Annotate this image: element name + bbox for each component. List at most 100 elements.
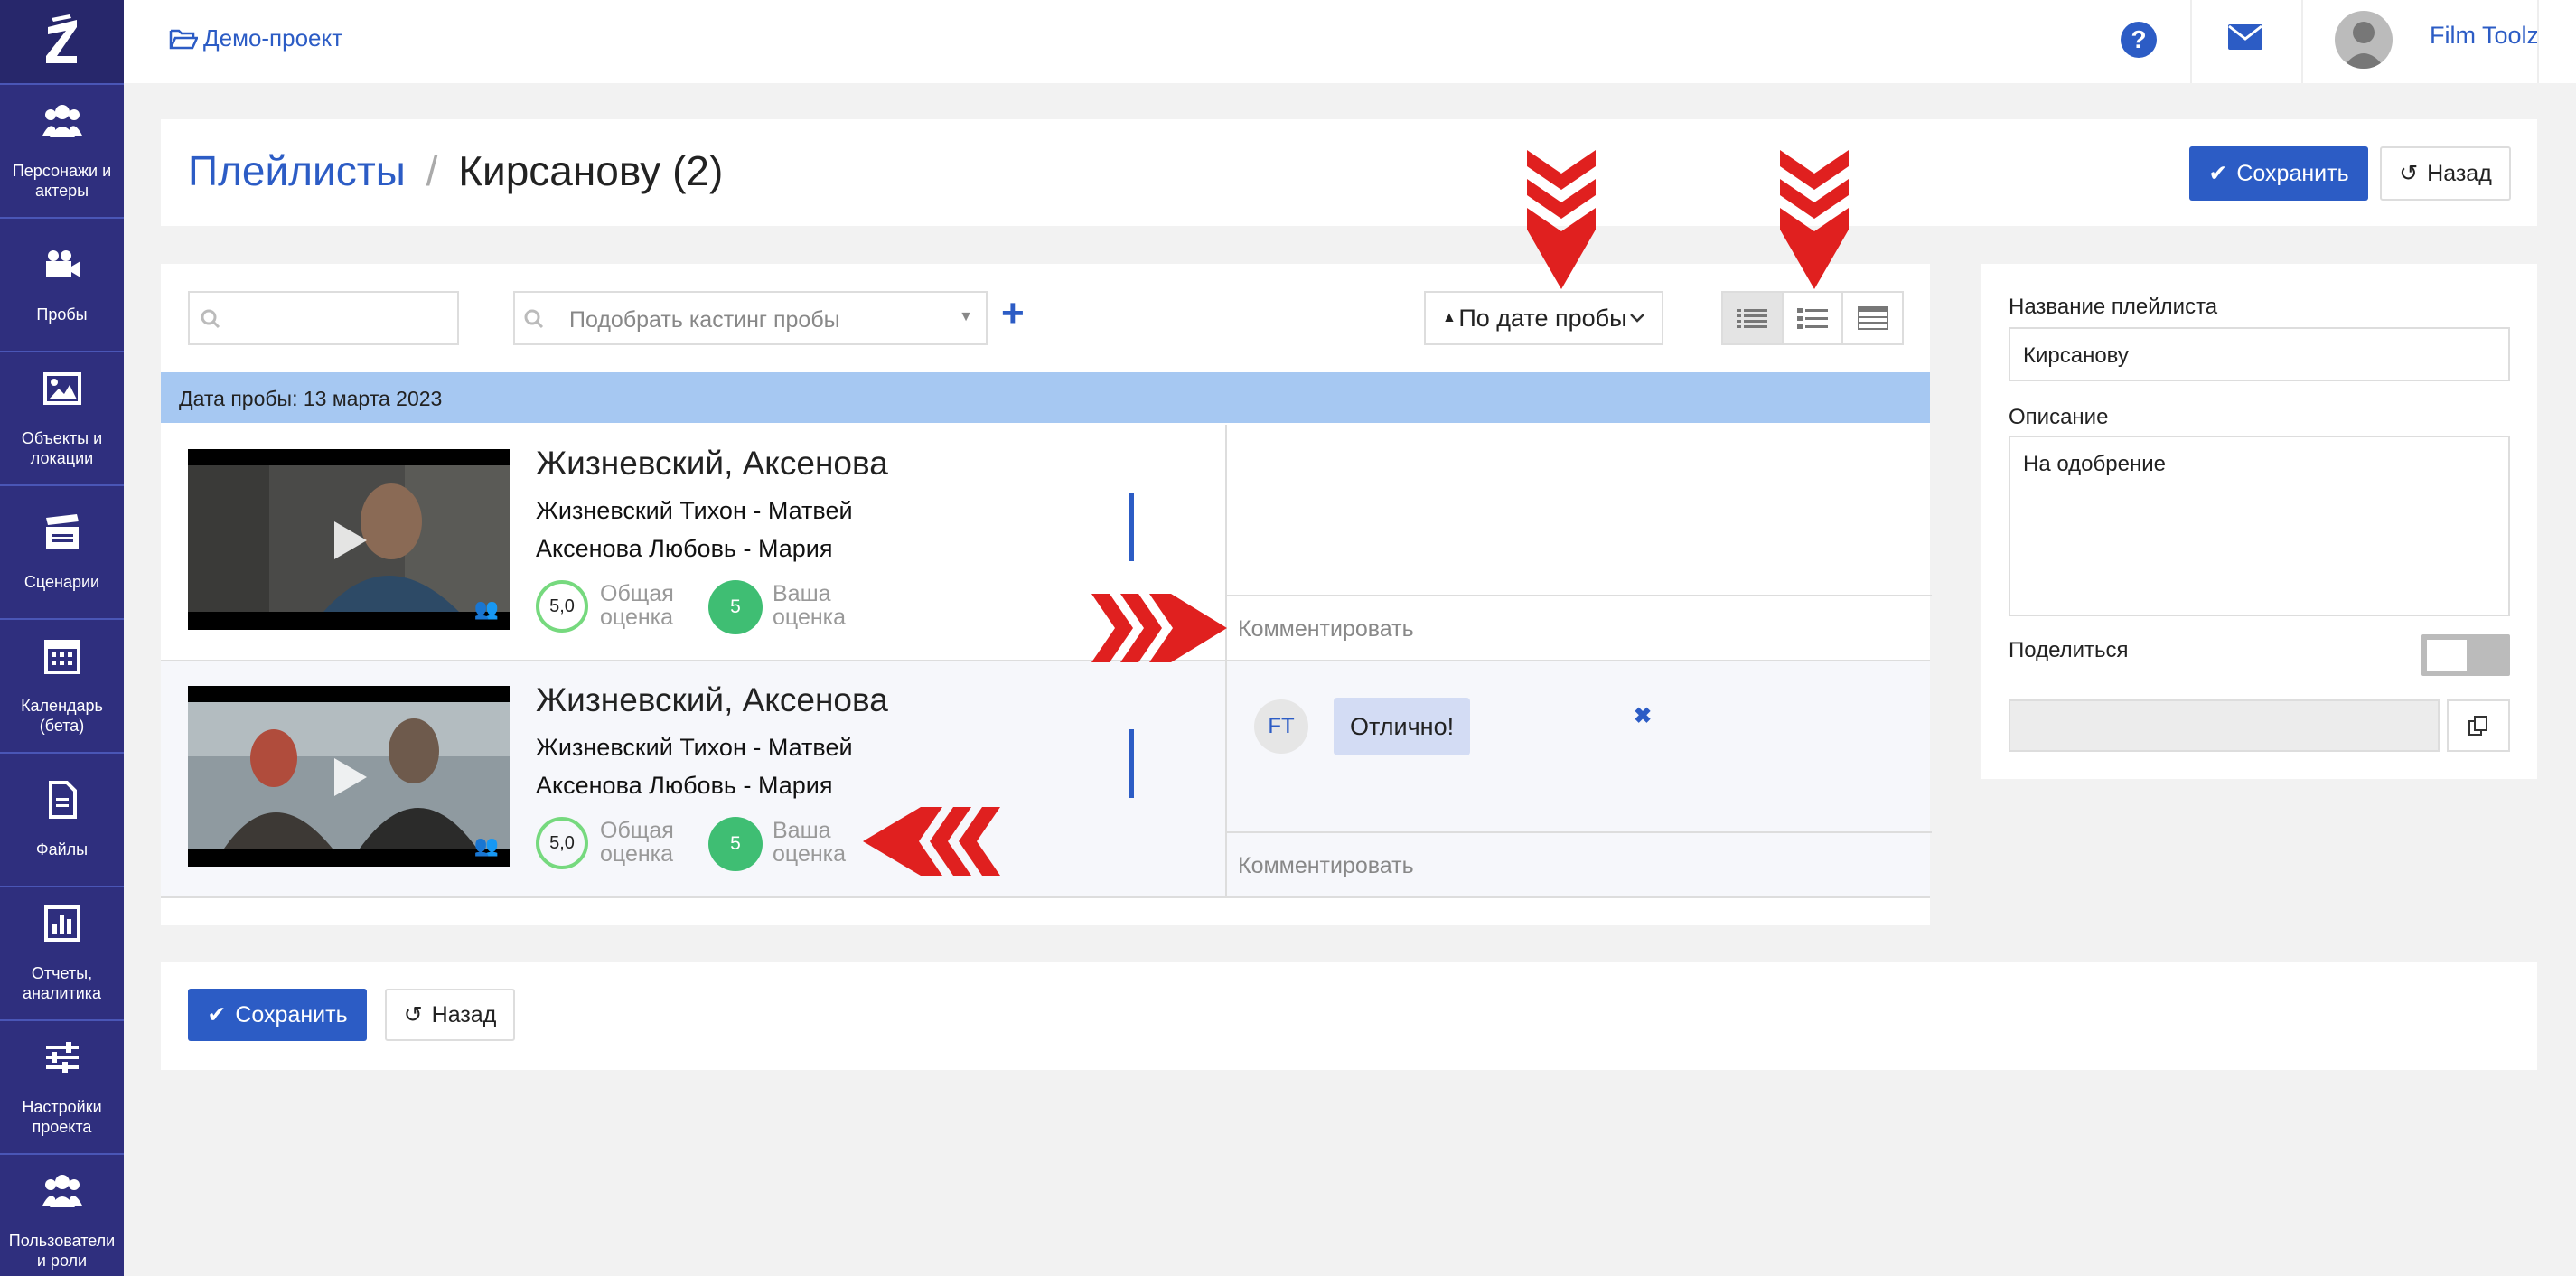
sidebar-item-label: Персонажи и актеры xyxy=(12,162,112,200)
my-score[interactable]: 5 xyxy=(708,817,763,871)
sidebar-item-files[interactable]: Файлы xyxy=(0,752,124,886)
users-icon xyxy=(42,1175,82,1207)
copy-icon xyxy=(2468,716,2487,736)
label-line: оценка xyxy=(773,605,847,630)
label-line: Ваша xyxy=(773,581,831,606)
drag-handle[interactable] xyxy=(1129,493,1134,561)
view-list-button[interactable] xyxy=(1784,293,1844,343)
sort-asc-icon: ▲ xyxy=(1442,310,1457,325)
sidebar-item-locations[interactable]: Объекты и локации xyxy=(0,351,124,484)
app-logo[interactable] xyxy=(0,0,124,83)
calendar-icon xyxy=(43,640,80,674)
undo-icon: ↺ xyxy=(2399,161,2419,186)
video-camera-icon xyxy=(45,250,80,277)
audition-title[interactable]: Жизневский, Аксенова xyxy=(536,445,888,483)
role-line: Жизневский Тихон - Матвей xyxy=(536,734,853,761)
share-label: Поделиться xyxy=(2009,638,2129,662)
share-toggle[interactable] xyxy=(2421,634,2510,676)
my-score-label: Ваша оценка xyxy=(773,819,846,866)
sidebar-item-settings[interactable]: Настройки проекта xyxy=(0,1019,124,1153)
clapperboard-icon xyxy=(45,514,79,549)
audition-title[interactable]: Жизневский, Аксенова xyxy=(536,681,888,719)
breadcrumb-playlists[interactable]: Плейлисты xyxy=(188,147,406,194)
divider xyxy=(2537,0,2539,83)
list-ul-icon xyxy=(1797,308,1828,329)
project-link[interactable]: Демо-проект xyxy=(169,24,342,52)
overall-score-label: Общая оценка xyxy=(600,582,674,629)
users-icon xyxy=(42,105,82,137)
add-button[interactable]: + xyxy=(1001,291,1025,336)
save-button[interactable]: ✔ Сохранить xyxy=(188,989,367,1041)
share-link-field[interactable] xyxy=(2009,699,2440,752)
playlist-name-input[interactable]: Кирсанову xyxy=(2009,327,2510,381)
comments-area: FT Отлично! ✖ Комментировать xyxy=(1225,661,1932,896)
check-icon: ✔ xyxy=(2208,161,2228,186)
sidebar-item-label: Календарь (бета) xyxy=(21,697,103,735)
back-button[interactable]: ↺ Назад xyxy=(2380,146,2511,201)
divider xyxy=(2301,0,2303,83)
sidebar-item-label: Настройки проекта xyxy=(22,1098,102,1136)
video-thumbnail[interactable]: 👥 xyxy=(188,686,510,867)
role-line: Аксенова Любовь - Мария xyxy=(536,772,833,799)
sort-label: По дате пробы xyxy=(1458,304,1627,332)
sidebar-item-label: Объекты и локации xyxy=(21,429,103,467)
sidebar-item-characters[interactable]: Персонажи и актеры xyxy=(0,83,124,217)
top-bar: Демо-проект ? Film Toolz xyxy=(124,0,2576,83)
annotation-arrow-left xyxy=(863,807,1000,876)
sidebar-item-calendar[interactable]: Календарь (бета) xyxy=(0,618,124,752)
sidebar-item-label: Пробы xyxy=(36,305,88,324)
video-thumbnail[interactable]: 👥 xyxy=(188,449,510,630)
delete-comment-icon[interactable]: ✖ xyxy=(1634,703,1652,729)
sidebar-item-reports[interactable]: Отчеты, аналитика xyxy=(0,886,124,1019)
view-mode-toggle xyxy=(1721,291,1904,345)
avatar[interactable] xyxy=(2335,11,2393,69)
user-name[interactable]: Film Toolz xyxy=(2430,22,2539,50)
comment-input[interactable]: Комментировать xyxy=(1227,595,1932,660)
sidebar-item-label: Сценарии xyxy=(23,573,100,591)
breadcrumb-separator: / xyxy=(426,147,438,194)
help-icon[interactable]: ? xyxy=(2121,22,2157,58)
label-line: Общая xyxy=(600,581,674,606)
view-list-compact-button[interactable] xyxy=(1723,293,1784,343)
sidebar-item-tests[interactable]: Пробы xyxy=(0,217,124,351)
my-score[interactable]: 5 xyxy=(708,580,763,634)
sort-select[interactable]: ▲ По дате пробы xyxy=(1424,291,1663,345)
image-icon xyxy=(42,372,81,405)
annotation-arrow-down xyxy=(1780,150,1849,289)
description-textarea[interactable]: На одобрение xyxy=(2009,436,2510,616)
table-row: 👥 Жизневский, Аксенова Жизневский Тихон … xyxy=(161,425,1932,661)
back-button-label: Назад xyxy=(2427,160,2492,186)
mail-icon[interactable] xyxy=(2227,23,2263,55)
sidebar-item-label: Пользователи и роли xyxy=(8,1232,116,1270)
table-row: 👥 Жизневский, Аксенова Жизневский Тихон … xyxy=(161,661,1932,898)
copy-link-button[interactable] xyxy=(2447,699,2510,752)
comment-input[interactable]: Комментировать xyxy=(1227,831,1932,896)
casting-select[interactable]: Подобрать кастинг пробы ▼ xyxy=(513,291,988,345)
comment-bubble: Отлично! xyxy=(1334,698,1471,755)
playlist-content: Подобрать кастинг пробы ▼ + ▲ По дате пр… xyxy=(161,264,1932,925)
overall-score: 5,0 xyxy=(536,817,588,869)
playlist-settings: Название плейлиста Кирсанову Описание На… xyxy=(1981,264,2537,779)
search-input[interactable] xyxy=(188,291,459,345)
annotation-arrow-down xyxy=(1527,150,1596,289)
drag-handle[interactable] xyxy=(1129,729,1134,798)
table-icon xyxy=(1857,306,1888,330)
description-label: Описание xyxy=(2009,405,2109,429)
label-line: оценка xyxy=(600,605,674,630)
play-icon xyxy=(334,521,367,559)
overall-score-label: Общая оценка xyxy=(600,819,674,866)
view-table-button[interactable] xyxy=(1843,293,1902,343)
caret-down-icon: ▼ xyxy=(959,309,973,324)
comment-avatar: FT xyxy=(1254,699,1308,754)
playlist-name-label: Название плейлиста xyxy=(2009,295,2218,319)
save-button[interactable]: ✔ Сохранить xyxy=(2189,146,2368,201)
back-button[interactable]: ↺ Назад xyxy=(385,989,515,1041)
label-line: Ваша xyxy=(773,818,831,843)
role-line: Жизневский Тихон - Матвей xyxy=(536,497,853,524)
bar-chart-icon xyxy=(43,905,80,942)
item-count: (2) xyxy=(672,147,724,194)
casting-placeholder: Подобрать кастинг пробы xyxy=(569,307,840,333)
sidebar-item-users[interactable]: Пользователи и роли xyxy=(0,1153,124,1276)
date-group-header: Дата пробы: 13 марта 2023 xyxy=(161,372,1930,423)
sidebar-item-scripts[interactable]: Сценарии xyxy=(0,484,124,618)
